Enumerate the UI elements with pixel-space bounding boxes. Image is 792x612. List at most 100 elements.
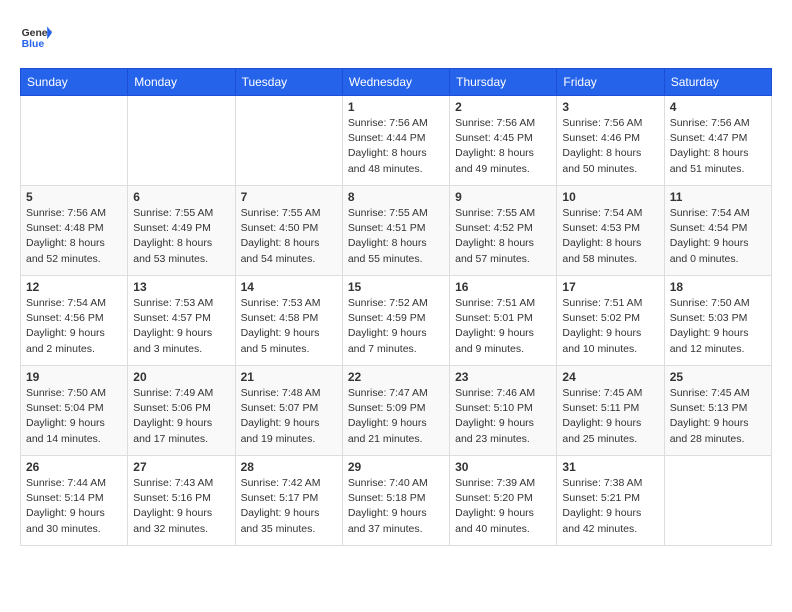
calendar-cell: 18 Sunrise: 7:50 AMSunset: 5:03 PMDayligh… — [664, 276, 771, 366]
day-number: 6 — [133, 190, 229, 204]
day-number: 24 — [562, 370, 658, 384]
day-info: Sunrise: 7:39 AMSunset: 5:20 PMDaylight:… — [455, 476, 551, 537]
page-header: General Blue — [20, 20, 772, 52]
day-info: Sunrise: 7:54 AMSunset: 4:53 PMDaylight:… — [562, 206, 658, 267]
day-info: Sunrise: 7:56 AMSunset: 4:45 PMDaylight:… — [455, 116, 551, 177]
calendar-cell: 9 Sunrise: 7:55 AMSunset: 4:52 PMDaylight… — [450, 186, 557, 276]
weekday-header-friday: Friday — [557, 69, 664, 96]
day-info: Sunrise: 7:56 AMSunset: 4:47 PMDaylight:… — [670, 116, 766, 177]
calendar-cell: 12 Sunrise: 7:54 AMSunset: 4:56 PMDayligh… — [21, 276, 128, 366]
calendar-cell — [235, 96, 342, 186]
calendar-cell: 17 Sunrise: 7:51 AMSunset: 5:02 PMDayligh… — [557, 276, 664, 366]
day-number: 7 — [241, 190, 337, 204]
day-number: 26 — [26, 460, 122, 474]
calendar-cell: 8 Sunrise: 7:55 AMSunset: 4:51 PMDaylight… — [342, 186, 449, 276]
calendar-week-2: 5 Sunrise: 7:56 AMSunset: 4:48 PMDaylight… — [21, 186, 772, 276]
calendar-cell: 6 Sunrise: 7:55 AMSunset: 4:49 PMDaylight… — [128, 186, 235, 276]
calendar-cell: 15 Sunrise: 7:52 AMSunset: 4:59 PMDayligh… — [342, 276, 449, 366]
logo: General Blue — [20, 20, 52, 52]
calendar-week-1: 1Sunrise: 7:56 AMSunset: 4:44 PMDaylight… — [21, 96, 772, 186]
calendar-cell: 25 Sunrise: 7:45 AMSunset: 5:13 PMDayligh… — [664, 366, 771, 456]
weekday-header-row: SundayMondayTuesdayWednesdayThursdayFrid… — [21, 69, 772, 96]
calendar-cell: 19 Sunrise: 7:50 AMSunset: 5:04 PMDayligh… — [21, 366, 128, 456]
day-number: 1 — [348, 100, 444, 114]
calendar-cell: 29 Sunrise: 7:40 AMSunset: 5:18 PMDayligh… — [342, 456, 449, 546]
day-number: 17 — [562, 280, 658, 294]
weekday-header-sunday: Sunday — [21, 69, 128, 96]
day-number: 19 — [26, 370, 122, 384]
day-info: Sunrise: 7:42 AMSunset: 5:17 PMDaylight:… — [241, 476, 337, 537]
day-info: Sunrise: 7:52 AMSunset: 4:59 PMDaylight:… — [348, 296, 444, 357]
day-info: Sunrise: 7:38 AMSunset: 5:21 PMDaylight:… — [562, 476, 658, 537]
day-number: 15 — [348, 280, 444, 294]
calendar-cell: 23 Sunrise: 7:46 AMSunset: 5:10 PMDayligh… — [450, 366, 557, 456]
day-info: Sunrise: 7:50 AMSunset: 5:04 PMDaylight:… — [26, 386, 122, 447]
day-info: Sunrise: 7:54 AMSunset: 4:54 PMDaylight:… — [670, 206, 766, 267]
day-number: 9 — [455, 190, 551, 204]
calendar-cell: 13Sunrise: 7:53 AMSunset: 4:57 PMDayligh… — [128, 276, 235, 366]
day-info: Sunrise: 7:40 AMSunset: 5:18 PMDaylight:… — [348, 476, 444, 537]
calendar-cell: 24 Sunrise: 7:45 AMSunset: 5:11 PMDayligh… — [557, 366, 664, 456]
day-info: Sunrise: 7:47 AMSunset: 5:09 PMDaylight:… — [348, 386, 444, 447]
calendar-cell: 27 Sunrise: 7:43 AMSunset: 5:16 PMDayligh… — [128, 456, 235, 546]
calendar-cell: 22 Sunrise: 7:47 AMSunset: 5:09 PMDayligh… — [342, 366, 449, 456]
day-info: Sunrise: 7:45 AMSunset: 5:13 PMDaylight:… — [670, 386, 766, 447]
day-number: 27 — [133, 460, 229, 474]
calendar-cell — [664, 456, 771, 546]
calendar-week-5: 26Sunrise: 7:44 AMSunset: 5:14 PMDayligh… — [21, 456, 772, 546]
day-number: 12 — [26, 280, 122, 294]
weekday-header-tuesday: Tuesday — [235, 69, 342, 96]
calendar-cell: 28Sunrise: 7:42 AMSunset: 5:17 PMDayligh… — [235, 456, 342, 546]
calendar-cell: 2 Sunrise: 7:56 AMSunset: 4:45 PMDaylight… — [450, 96, 557, 186]
logo-icon: General Blue — [20, 20, 52, 52]
day-number: 4 — [670, 100, 766, 114]
day-info: Sunrise: 7:51 AMSunset: 5:01 PMDaylight:… — [455, 296, 551, 357]
day-number: 31 — [562, 460, 658, 474]
day-info: Sunrise: 7:49 AMSunset: 5:06 PMDaylight:… — [133, 386, 229, 447]
calendar-cell — [128, 96, 235, 186]
day-number: 10 — [562, 190, 658, 204]
calendar-cell: 21Sunrise: 7:48 AMSunset: 5:07 PMDayligh… — [235, 366, 342, 456]
day-number: 25 — [670, 370, 766, 384]
day-info: Sunrise: 7:55 AMSunset: 4:49 PMDaylight:… — [133, 206, 229, 267]
day-info: Sunrise: 7:53 AMSunset: 4:58 PMDaylight:… — [241, 296, 337, 357]
day-number: 2 — [455, 100, 551, 114]
day-number: 8 — [348, 190, 444, 204]
calendar-cell: 20Sunrise: 7:49 AMSunset: 5:06 PMDayligh… — [128, 366, 235, 456]
day-info: Sunrise: 7:50 AMSunset: 5:03 PMDaylight:… — [670, 296, 766, 357]
day-info: Sunrise: 7:56 AMSunset: 4:46 PMDaylight:… — [562, 116, 658, 177]
day-info: Sunrise: 7:55 AMSunset: 4:50 PMDaylight:… — [241, 206, 337, 267]
calendar-cell: 31 Sunrise: 7:38 AMSunset: 5:21 PMDayligh… — [557, 456, 664, 546]
day-number: 22 — [348, 370, 444, 384]
calendar-table: SundayMondayTuesdayWednesdayThursdayFrid… — [20, 68, 772, 546]
day-info: Sunrise: 7:51 AMSunset: 5:02 PMDaylight:… — [562, 296, 658, 357]
day-number: 18 — [670, 280, 766, 294]
calendar-cell: 16Sunrise: 7:51 AMSunset: 5:01 PMDayligh… — [450, 276, 557, 366]
calendar-cell: 30 Sunrise: 7:39 AMSunset: 5:20 PMDayligh… — [450, 456, 557, 546]
day-info: Sunrise: 7:46 AMSunset: 5:10 PMDaylight:… — [455, 386, 551, 447]
day-number: 29 — [348, 460, 444, 474]
calendar-cell: 11Sunrise: 7:54 AMSunset: 4:54 PMDayligh… — [664, 186, 771, 276]
day-info: Sunrise: 7:54 AMSunset: 4:56 PMDaylight:… — [26, 296, 122, 357]
weekday-header-saturday: Saturday — [664, 69, 771, 96]
day-number: 30 — [455, 460, 551, 474]
day-number: 14 — [241, 280, 337, 294]
weekday-header-thursday: Thursday — [450, 69, 557, 96]
calendar-cell: 3Sunrise: 7:56 AMSunset: 4:46 PMDaylight… — [557, 96, 664, 186]
calendar-cell: 14 Sunrise: 7:53 AMSunset: 4:58 PMDayligh… — [235, 276, 342, 366]
weekday-header-monday: Monday — [128, 69, 235, 96]
day-info: Sunrise: 7:56 AMSunset: 4:48 PMDaylight:… — [26, 206, 122, 267]
day-number: 23 — [455, 370, 551, 384]
calendar-cell: 1Sunrise: 7:56 AMSunset: 4:44 PMDaylight… — [342, 96, 449, 186]
day-number: 21 — [241, 370, 337, 384]
day-info: Sunrise: 7:55 AMSunset: 4:51 PMDaylight:… — [348, 206, 444, 267]
day-number: 5 — [26, 190, 122, 204]
day-info: Sunrise: 7:55 AMSunset: 4:52 PMDaylight:… — [455, 206, 551, 267]
calendar-cell: 4 Sunrise: 7:56 AMSunset: 4:47 PMDaylight… — [664, 96, 771, 186]
day-info: Sunrise: 7:43 AMSunset: 5:16 PMDaylight:… — [133, 476, 229, 537]
calendar-cell: 10 Sunrise: 7:54 AMSunset: 4:53 PMDayligh… — [557, 186, 664, 276]
calendar-cell: 7 Sunrise: 7:55 AMSunset: 4:50 PMDaylight… — [235, 186, 342, 276]
calendar-week-4: 19 Sunrise: 7:50 AMSunset: 5:04 PMDayligh… — [21, 366, 772, 456]
day-info: Sunrise: 7:45 AMSunset: 5:11 PMDaylight:… — [562, 386, 658, 447]
calendar-week-3: 12 Sunrise: 7:54 AMSunset: 4:56 PMDayligh… — [21, 276, 772, 366]
